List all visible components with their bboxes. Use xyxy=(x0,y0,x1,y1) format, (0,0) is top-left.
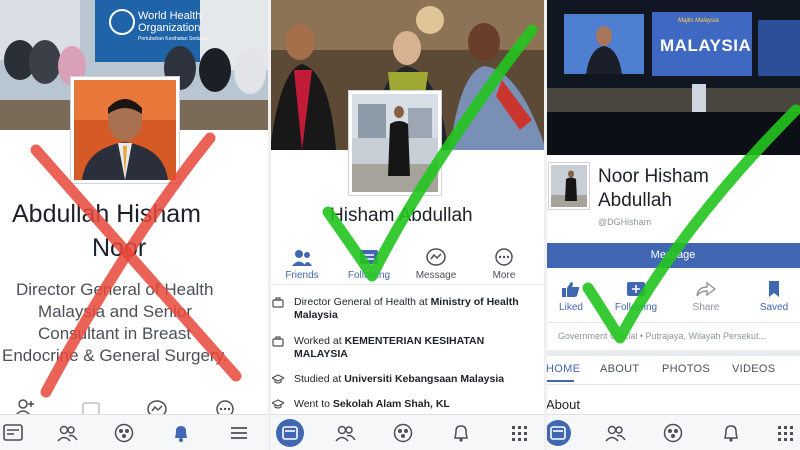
following-button[interactable]: Following xyxy=(610,280,662,313)
profile-name-line: Noor xyxy=(92,234,147,262)
messenger-icon xyxy=(426,248,446,266)
tab-about[interactable]: ABOUT xyxy=(600,363,639,375)
tab-home[interactable]: HOME xyxy=(546,363,580,375)
bottom-nav-bar xyxy=(546,414,800,450)
info-text: Went to xyxy=(294,398,333,410)
cover-photo: Majlis Malaysia MALAYSIA xyxy=(546,0,800,155)
notifications-bell-icon[interactable] xyxy=(720,423,742,443)
friends-button-label: Friends xyxy=(285,270,319,281)
share-icon xyxy=(696,281,717,297)
news-feed-icon[interactable] xyxy=(2,423,24,443)
briefcase-icon xyxy=(272,336,284,347)
section-gap xyxy=(546,350,800,356)
bookmark-icon xyxy=(769,281,779,297)
cover-sign-text: World Health Organization Pertubuhan Kes… xyxy=(138,10,207,43)
menu-grid-icon[interactable] xyxy=(508,423,530,443)
cover-sign-line: World Health xyxy=(138,10,202,22)
banner-caption: Majlis Malaysia xyxy=(678,18,719,24)
graduation-cap-icon xyxy=(272,399,284,409)
saved-button[interactable]: Saved xyxy=(754,280,794,313)
share-label: Share xyxy=(692,302,720,313)
middle-profile-panel: Hisham Abdullah Friends Following Messag… xyxy=(270,0,546,450)
active-tab-indicator xyxy=(546,380,574,382)
more-icon xyxy=(495,248,513,266)
bio-line: Director General of Health xyxy=(16,280,214,299)
liked-label: Liked xyxy=(559,302,583,313)
bio-line: Consultant in Breast xyxy=(38,324,192,343)
page-category-line: Government Official • Putrajaya, Wilayah… xyxy=(558,331,767,341)
profile-name-line: Abdullah Hisham xyxy=(12,200,201,228)
friends-icon[interactable] xyxy=(56,423,78,443)
notifications-bell-icon[interactable] xyxy=(450,423,472,443)
right-page-panel: Majlis Malaysia MALAYSIA Noor Hisham Abd… xyxy=(546,0,800,450)
following-button[interactable]: Following xyxy=(342,248,396,281)
info-text: Studied at xyxy=(294,373,345,385)
following-label: Following xyxy=(614,302,658,313)
tab-videos[interactable]: VIDEOS xyxy=(732,363,775,375)
news-feed-icon[interactable] xyxy=(546,419,572,447)
liked-button[interactable]: Liked xyxy=(556,280,586,313)
message-button-label: Message xyxy=(415,270,457,281)
friends-icon xyxy=(292,250,312,266)
more-button[interactable]: More xyxy=(484,248,524,281)
following-button-label: Following xyxy=(347,270,391,281)
friends-icon[interactable] xyxy=(604,423,626,443)
share-button[interactable]: Share xyxy=(688,280,724,313)
page-name-line: Abdullah xyxy=(598,190,672,211)
tabs-divider xyxy=(546,384,800,385)
more-button-label: More xyxy=(492,270,516,281)
page-handle: @DGHisham xyxy=(598,217,652,227)
panel-divider xyxy=(268,0,271,450)
cover-sign-line: Pertubuhan Kesihatan Sedunia xyxy=(138,36,208,42)
news-feed-icon[interactable] xyxy=(276,419,304,447)
bio-line: Endocrine & General Surgery. xyxy=(2,346,228,365)
tab-photos[interactable]: PHOTOS xyxy=(662,363,710,375)
profile-picture[interactable] xyxy=(348,90,442,196)
info-link[interactable]: Universiti Kebangsaan Malaysia xyxy=(344,373,504,385)
cover-sign-line: Organization xyxy=(138,22,201,34)
bottom-nav-bar xyxy=(270,414,546,450)
info-link[interactable]: Sekolah Alam Shah, KL xyxy=(333,398,450,410)
saved-label: Saved xyxy=(759,302,789,313)
info-text: Worked at xyxy=(294,335,345,347)
message-button[interactable]: Message xyxy=(546,243,800,268)
section-divider xyxy=(546,322,800,323)
bio-line: Malaysia and Senior xyxy=(38,302,193,321)
groups-icon[interactable] xyxy=(662,423,684,443)
friends-button[interactable]: Friends xyxy=(280,248,324,281)
panel-divider xyxy=(544,0,547,450)
banner-text: MALAYSIA xyxy=(660,36,752,55)
menu-grid-icon[interactable] xyxy=(774,423,796,443)
bottom-nav-bar xyxy=(0,414,270,450)
friends-icon[interactable] xyxy=(334,423,356,443)
thumbs-up-icon xyxy=(562,282,580,297)
about-section-title: About xyxy=(546,397,580,412)
page-profile-picture[interactable] xyxy=(548,162,590,210)
profile-name: Hisham Abdullah xyxy=(330,205,473,226)
groups-icon[interactable] xyxy=(113,423,135,443)
profile-picture[interactable] xyxy=(70,76,180,184)
message-button[interactable]: Message xyxy=(410,248,462,281)
menu-icon[interactable] xyxy=(228,423,250,443)
graduation-cap-icon xyxy=(272,374,284,384)
notifications-bell-icon[interactable] xyxy=(170,423,192,443)
info-text: Director General of Health at xyxy=(294,296,431,308)
left-profile-panel: World Health Organization Pertubuhan Kes… xyxy=(0,0,270,450)
briefcase-icon xyxy=(272,297,284,308)
following-icon xyxy=(360,250,378,264)
page-name-line: Noor Hisham xyxy=(598,166,709,187)
section-divider xyxy=(270,284,546,285)
groups-icon[interactable] xyxy=(392,423,414,443)
following-icon xyxy=(627,282,645,296)
